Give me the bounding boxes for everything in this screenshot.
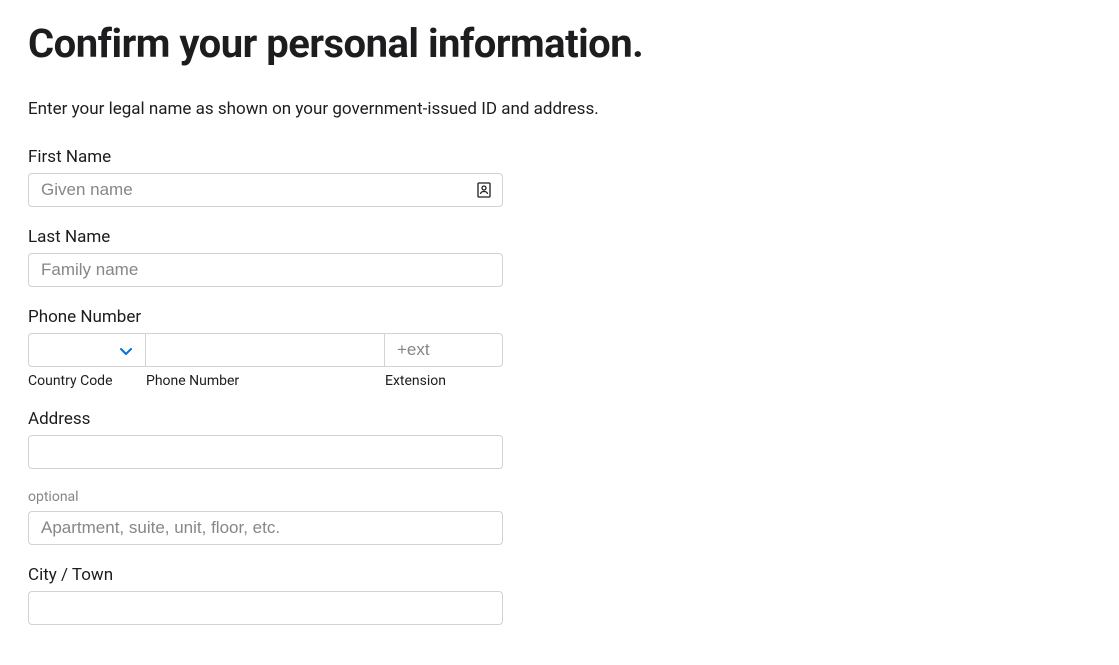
- city-input[interactable]: [28, 591, 503, 625]
- chevron-down-icon: [119, 343, 133, 357]
- last-name-label: Last Name: [28, 227, 503, 247]
- phone-sublabels: Country Code Phone Number Extension: [28, 373, 503, 389]
- phone-label: Phone Number: [28, 307, 503, 327]
- first-name-label: First Name: [28, 147, 503, 167]
- last-name-input[interactable]: [28, 253, 503, 287]
- page-subtitle: Enter your legal name as shown on your g…: [28, 99, 1091, 119]
- extension-sublabel: Extension: [385, 373, 503, 389]
- first-name-group: First Name: [28, 147, 503, 207]
- address2-label: optional: [28, 489, 503, 505]
- address-group: Address: [28, 409, 503, 469]
- phone-ext-wrap: [385, 333, 503, 367]
- city-label: City / Town: [28, 565, 503, 585]
- country-code-select[interactable]: [28, 333, 146, 367]
- form-container: First Name Last Name Phone Number: [28, 147, 503, 625]
- address2-input[interactable]: [28, 511, 503, 545]
- phone-number-input[interactable]: [146, 333, 385, 367]
- last-name-group: Last Name: [28, 227, 503, 287]
- phone-ext-input[interactable]: [385, 333, 503, 367]
- page-title: Confirm your personal information.: [28, 20, 1091, 67]
- country-code-sublabel: Country Code: [28, 373, 146, 389]
- city-group: City / Town: [28, 565, 503, 625]
- phone-number-wrap: [146, 333, 385, 367]
- phone-row: [28, 333, 503, 367]
- phone-group: Phone Number Country Code Phone Number E…: [28, 307, 503, 389]
- address-label: Address: [28, 409, 503, 429]
- address2-group: optional: [28, 489, 503, 545]
- first-name-input-wrap: [28, 173, 503, 207]
- address-input[interactable]: [28, 435, 503, 469]
- phone-number-sublabel: Phone Number: [146, 373, 385, 389]
- first-name-input[interactable]: [28, 173, 503, 207]
